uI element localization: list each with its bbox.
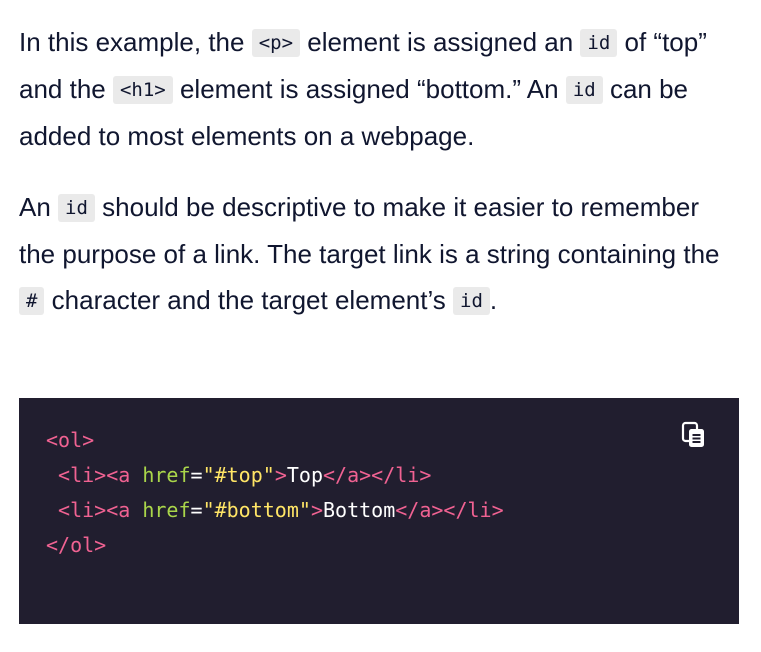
code-snippet: <ol> <li><a href="#top">Top</a></li> <li… bbox=[46, 423, 504, 563]
code-block: <ol> <li><a href="#top">Top</a></li> <li… bbox=[19, 398, 739, 624]
code-tag-token: <ol> bbox=[46, 428, 95, 452]
code-attr-token: href bbox=[142, 463, 191, 487]
copy-code-button[interactable] bbox=[679, 420, 709, 450]
code-operator-token: = bbox=[190, 498, 203, 522]
code-string-token: "#top" bbox=[202, 463, 275, 487]
code-tag-token: </ol> bbox=[46, 533, 107, 557]
article-content: In this example, the <p> element is assi… bbox=[0, 0, 761, 652]
text-span: character and the target element’s bbox=[44, 285, 453, 315]
code-attr-token: href bbox=[142, 498, 191, 522]
paragraph-id-example: In this example, the <p> element is assi… bbox=[19, 19, 739, 159]
copy-clipboard-icon bbox=[681, 421, 704, 447]
inline-code: <h1> bbox=[112, 76, 173, 104]
inline-code: id bbox=[58, 194, 95, 222]
code-line: <ol> bbox=[46, 423, 504, 458]
text-span: . bbox=[489, 285, 498, 315]
code-tag-token: > bbox=[274, 463, 287, 487]
code-text-token: Top bbox=[286, 463, 323, 487]
inline-code: <p> bbox=[251, 29, 301, 57]
inline-code: id bbox=[580, 29, 618, 57]
paragraph-id-descriptive: An id should be descriptive to make it e… bbox=[19, 184, 739, 324]
inline-code: id bbox=[565, 76, 603, 104]
code-string-token: "#bottom" bbox=[202, 498, 311, 522]
inline-code: id bbox=[453, 287, 490, 315]
code-tag-token: </a></li> bbox=[322, 463, 432, 487]
code-text-token: Bottom bbox=[322, 498, 396, 522]
code-line: </ol> bbox=[46, 528, 504, 563]
code-line: <li><a href="#top">Top</a></li> bbox=[46, 458, 504, 493]
code-tag-token: <li><a bbox=[58, 498, 143, 522]
text-span: In this example, the bbox=[19, 27, 252, 57]
text-span: element is assigned “bottom.” An bbox=[172, 74, 566, 104]
code-line: <li><a href="#bottom">Bottom</a></li> bbox=[46, 493, 504, 528]
text-span: An bbox=[19, 192, 59, 222]
code-operator-token: = bbox=[190, 463, 203, 487]
code-tag-token: > bbox=[310, 498, 323, 522]
text-span: should be descriptive to make it easier … bbox=[19, 192, 720, 269]
code-tag-token: </a></li> bbox=[395, 498, 504, 522]
text-span: element is assigned an bbox=[300, 27, 581, 57]
code-tag-token: <li><a bbox=[58, 463, 143, 487]
inline-code: # bbox=[19, 287, 45, 315]
